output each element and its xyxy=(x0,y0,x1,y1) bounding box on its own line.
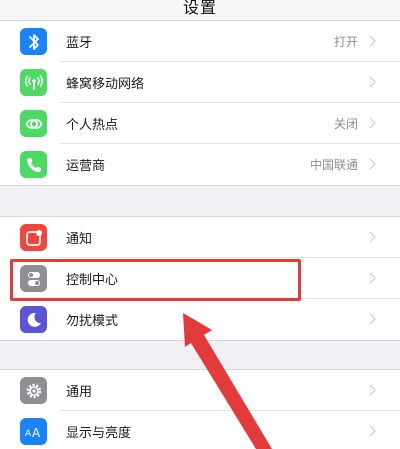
phone-icon xyxy=(20,151,47,178)
settings-row-do-not-disturb[interactable]: 勿扰模式 xyxy=(0,299,400,340)
hotspot-icon xyxy=(20,110,47,137)
chevron-right-icon xyxy=(364,313,376,325)
settings-row-carrier[interactable]: 运营商 中国联通 xyxy=(0,144,400,185)
notifications-icon xyxy=(20,224,47,251)
chevron-right-icon xyxy=(364,76,376,88)
chevron-right-icon xyxy=(364,117,376,129)
chevron-right-icon xyxy=(364,272,376,284)
annotation-highlight-box xyxy=(10,259,301,301)
settings-row-display-brightness[interactable]: A A 显示与亮度 xyxy=(0,411,400,449)
settings-row-value: 中国联通 xyxy=(309,158,358,172)
chevron-right-icon xyxy=(364,384,376,396)
settings-row-general[interactable]: 通用 xyxy=(0,370,400,411)
settings-row-label: 通用 xyxy=(66,385,93,400)
chevron-right-icon xyxy=(364,158,376,170)
settings-row-label: 勿扰模式 xyxy=(66,314,119,329)
bluetooth-icon xyxy=(20,28,47,55)
settings-screen: 设置 蓝牙 打开 蜂窝移动网络 个人热点 关闭 运营商 中国联通 通知 控制中心… xyxy=(0,0,400,449)
settings-row-label: 蓝牙 xyxy=(66,36,93,51)
settings-row-value: 关闭 xyxy=(333,117,358,131)
settings-row-bluetooth[interactable]: 蓝牙 打开 xyxy=(0,21,400,62)
settings-group-general: 通用 A A 显示与亮度 xyxy=(0,369,400,449)
settings-row-label: 显示与亮度 xyxy=(66,426,132,441)
moon-icon xyxy=(20,306,47,333)
settings-row-notifications[interactable]: 通知 xyxy=(0,217,400,258)
gear-icon xyxy=(20,377,47,404)
chevron-right-icon xyxy=(364,35,376,47)
settings-row-hotspot[interactable]: 个人热点 关闭 xyxy=(0,103,400,144)
settings-row-label: 个人热点 xyxy=(66,118,119,133)
chevron-right-icon xyxy=(364,425,376,437)
cellular-icon xyxy=(20,69,47,96)
page-title: 设置 xyxy=(182,0,217,17)
svg-text:A: A xyxy=(25,429,32,439)
display-brightness-icon: A A xyxy=(20,418,47,445)
settings-row-label: 通知 xyxy=(66,232,93,247)
settings-row-label: 运营商 xyxy=(66,159,106,174)
settings-group-connectivity: 蓝牙 打开 蜂窝移动网络 个人热点 关闭 运营商 中国联通 xyxy=(0,20,400,186)
settings-row-label: 蜂窝移动网络 xyxy=(66,77,145,92)
settings-row-value: 打开 xyxy=(333,35,358,49)
chevron-right-icon xyxy=(364,231,376,243)
svg-text:A: A xyxy=(32,426,41,440)
settings-row-cellular[interactable]: 蜂窝移动网络 xyxy=(0,62,400,103)
